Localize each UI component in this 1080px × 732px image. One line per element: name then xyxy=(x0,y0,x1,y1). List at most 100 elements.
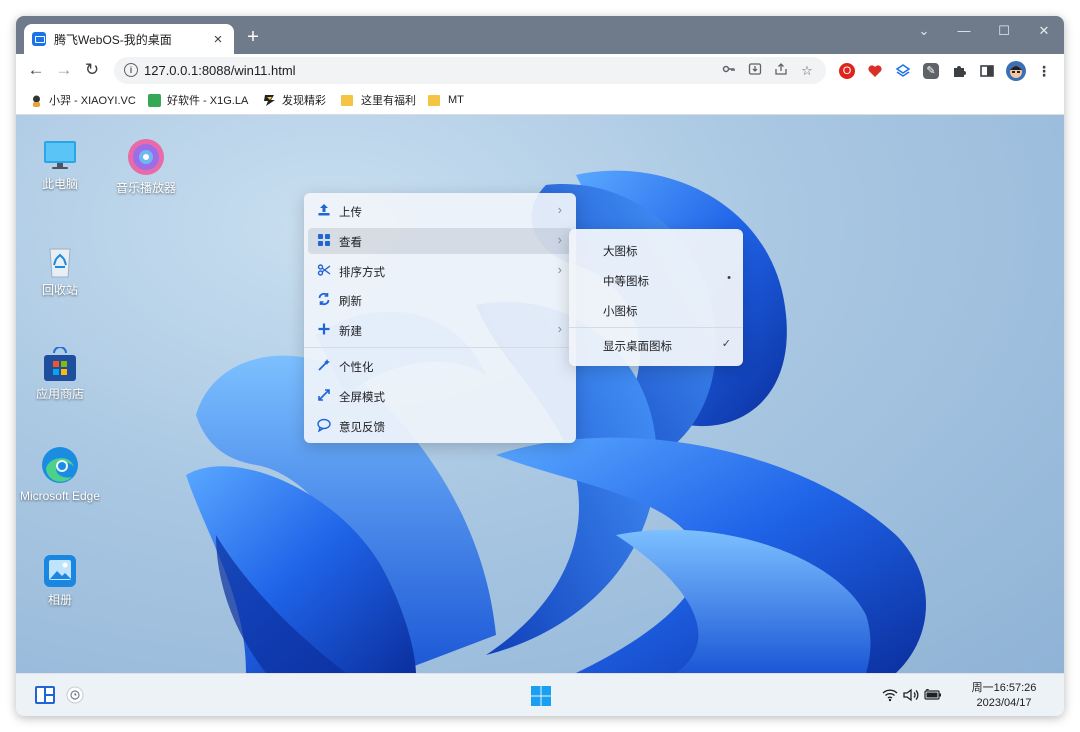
layers-extension-icon[interactable] xyxy=(895,63,911,79)
menu-item-label: 新建 xyxy=(339,326,362,338)
discover-icon xyxy=(263,94,276,107)
submenu-item-label: 大图标 xyxy=(603,246,638,258)
context-menu: 上传 › 查看 › 排序方式 › 刷新 新建 › 个性化 全屏模式 意见反馈 xyxy=(304,193,576,443)
view-submenu: 大图标 中等图标 • 小图标 显示桌面图标 ✓ xyxy=(569,229,743,366)
menu-item-personalize[interactable]: 个性化 xyxy=(308,353,572,379)
selected-dot-icon: • xyxy=(727,272,731,284)
desktop[interactable]: 此电脑 音乐播放器 回收站 应用商店 Microsoft Edge 相册 上传 … xyxy=(16,115,1064,673)
reload-button[interactable]: ↻ xyxy=(80,58,104,82)
personalize-icon xyxy=(316,358,332,374)
volume-icon[interactable] xyxy=(903,688,921,705)
x1g-icon xyxy=(148,93,161,107)
submenu-item-label: 显示桌面图标 xyxy=(603,341,672,353)
clock-settings-icon[interactable] xyxy=(66,686,84,707)
start-icon[interactable] xyxy=(530,685,552,710)
taskbar: 周一16:57:26 2023/04/17 xyxy=(16,673,1064,716)
view-grid-icon xyxy=(316,233,332,249)
tab-title: 腾飞WebOS-我的桌面 xyxy=(54,32,172,47)
key-icon[interactable] xyxy=(720,62,738,80)
desktop-icon-music-player[interactable]: 音乐播放器 xyxy=(104,137,188,196)
menu-item-view[interactable]: 查看 › xyxy=(308,228,572,254)
desktop-icon-this-pc[interactable]: 此电脑 xyxy=(18,137,102,192)
sort-icon xyxy=(316,263,332,279)
desktop-icon-photos[interactable]: 相册 xyxy=(18,553,102,608)
forward-button[interactable]: → xyxy=(52,58,76,82)
desktop-icon-store[interactable]: 应用商店 xyxy=(18,346,102,402)
tab-search-button[interactable]: ⌄ xyxy=(904,16,944,46)
monitor-icon xyxy=(42,137,78,173)
chevron-right-icon: › xyxy=(557,232,562,247)
menu-item-refresh[interactable]: 刷新 xyxy=(308,287,572,313)
chevron-right-icon: › xyxy=(557,202,562,217)
menu-item-label: 刷新 xyxy=(339,296,362,308)
menu-item-feedback[interactable]: 意见反馈 xyxy=(308,413,572,439)
site-info-icon[interactable]: i xyxy=(124,63,138,77)
submenu-item-large-icons[interactable]: 大图标 xyxy=(573,237,739,263)
bookmark-folder-mt[interactable]: MT xyxy=(428,92,464,108)
menu-item-label: 上传 xyxy=(339,207,362,219)
refresh-icon xyxy=(316,292,332,308)
share-icon[interactable] xyxy=(772,62,790,80)
menu-item-label: 排序方式 xyxy=(339,267,385,279)
edit-extension-icon[interactable]: ✎ xyxy=(923,63,939,79)
bookmark-discover[interactable]: 发现精彩 xyxy=(263,92,326,108)
tab-close-button[interactable]: × xyxy=(210,31,226,48)
new-tab-button[interactable]: + xyxy=(242,27,264,49)
back-button[interactable]: ← xyxy=(24,58,48,82)
clock-time: 周一16:57:26 xyxy=(971,682,1037,694)
menu-item-label: 个性化 xyxy=(339,362,374,374)
menu-item-label: 查看 xyxy=(339,237,362,249)
desktop-icon-label: 应用商店 xyxy=(35,387,84,401)
title-bar: 腾飞WebOS-我的桌面 × + ⌄ — ☐ ✕ xyxy=(16,16,1064,54)
bookmark-xiaoyi[interactable]: 小羿 - XIAOYI.VC xyxy=(30,92,136,108)
menu-item-label: 全屏模式 xyxy=(339,392,385,404)
bookmark-label: 好软件 - X1G.LA xyxy=(167,95,249,107)
heart-extension-icon[interactable] xyxy=(867,63,883,79)
browser-tab[interactable]: 腾飞WebOS-我的桌面 × xyxy=(24,24,234,54)
install-icon[interactable] xyxy=(746,62,764,80)
desktop-icon-edge[interactable]: Microsoft Edge xyxy=(18,445,102,504)
star-icon[interactable]: ☆ xyxy=(798,62,816,80)
profile-avatar[interactable] xyxy=(1006,61,1026,81)
bookmark-label: 发现精彩 xyxy=(282,95,326,107)
menu-divider xyxy=(304,347,576,348)
maximize-button[interactable]: ☐ xyxy=(984,16,1024,46)
store-icon xyxy=(42,346,78,383)
bookmark-folder-fuli[interactable]: 这里有福利 xyxy=(341,92,416,108)
desktop-icon-label: 相册 xyxy=(47,593,72,607)
submenu-item-small-icons[interactable]: 小图标 xyxy=(573,297,739,323)
desktop-icon-label: 此电脑 xyxy=(41,177,78,191)
more-icon[interactable]: ⋮ xyxy=(1036,63,1052,79)
folder-icon xyxy=(341,94,353,106)
url-text[interactable]: 127.0.0.1:8088/win11.html xyxy=(144,63,296,78)
desktop-icon-label: Microsoft Edge xyxy=(19,489,101,503)
menu-item-new[interactable]: 新建 › xyxy=(308,317,572,343)
fullscreen-icon xyxy=(316,388,332,404)
edge-icon xyxy=(40,445,80,485)
bookmarks-bar: 小羿 - XIAOYI.VC 好软件 - X1G.LA 发现精彩 这里有福利 M… xyxy=(16,86,1064,115)
menu-item-upload[interactable]: 上传 › xyxy=(308,198,572,224)
opera-icon[interactable]: O xyxy=(839,63,855,79)
menu-item-label: 意见反馈 xyxy=(339,422,385,434)
minimize-button[interactable]: — xyxy=(944,16,984,46)
submenu-item-label: 中等图标 xyxy=(603,276,649,288)
photos-icon xyxy=(42,553,78,589)
desktop-icon-recycle-bin[interactable]: 回收站 xyxy=(18,243,102,298)
menu-item-fullscreen[interactable]: 全屏模式 xyxy=(308,383,572,409)
address-bar[interactable]: i 127.0.0.1:8088/win11.html ☆ xyxy=(114,57,826,84)
browser-toolbar: ← → ↻ i 127.0.0.1:8088/win11.html ☆ O ✎ xyxy=(16,54,1064,86)
new-icon xyxy=(316,322,332,338)
sidepanel-icon[interactable] xyxy=(979,63,995,79)
chevron-right-icon: › xyxy=(557,321,562,336)
submenu-item-medium-icons[interactable]: 中等图标 • xyxy=(573,267,739,293)
puzzle-icon[interactable] xyxy=(951,63,967,79)
widgets-icon[interactable] xyxy=(34,685,56,708)
close-window-button[interactable]: ✕ xyxy=(1024,16,1064,46)
menu-item-sort[interactable]: 排序方式 › xyxy=(308,258,572,284)
battery-icon[interactable] xyxy=(924,688,942,704)
wifi-icon[interactable] xyxy=(882,688,898,705)
submenu-item-show-desktop-icons[interactable]: 显示桌面图标 ✓ xyxy=(573,332,739,358)
bookmark-x1g[interactable]: 好软件 - X1G.LA xyxy=(148,92,248,108)
submenu-divider xyxy=(569,327,743,328)
taskbar-clock[interactable]: 周一16:57:26 2023/04/17 xyxy=(964,681,1044,711)
